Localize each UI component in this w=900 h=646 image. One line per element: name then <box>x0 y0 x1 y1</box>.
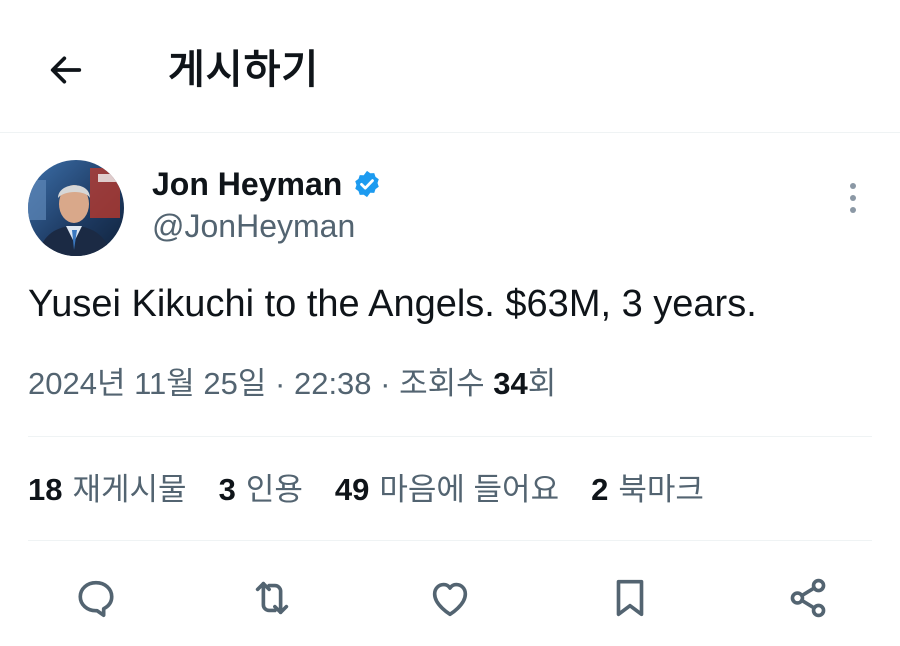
share-icon <box>790 578 826 618</box>
author-handle[interactable]: @JonHeyman <box>152 206 355 246</box>
stat-label: 인용 <box>245 472 303 507</box>
views-count: 34 <box>493 366 528 401</box>
stat-bookmarks[interactable]: 2 북마크 <box>591 468 704 512</box>
tweet-text: Yusei Kikuchi to the Angels. $63M, 3 yea… <box>28 283 757 325</box>
repost-icon <box>255 581 289 615</box>
post-detail-page: 게시하기 Jon Heyman @JonHeyman Yusei Kikuchi… <box>0 0 900 646</box>
stat-label: 북마크 <box>618 472 704 507</box>
top-bar: 게시하기 <box>0 0 900 133</box>
stat-label: 마음에 들어요 <box>379 472 560 507</box>
bookmark-icon <box>616 579 644 617</box>
display-name-text: Jon Heyman <box>152 166 343 202</box>
more-options-button[interactable] <box>838 178 868 218</box>
stat-reposts[interactable]: 18 재게시물 <box>28 468 187 512</box>
tweet-meta: 2024년 11월 25일 · 22:38 · 조회수 34회 <box>28 362 556 406</box>
stat-quotes[interactable]: 3 인용 <box>219 468 303 512</box>
share-button[interactable] <box>780 570 836 626</box>
reply-icon <box>78 580 114 618</box>
arrow-left-icon <box>50 56 82 84</box>
stat-count: 49 <box>334 472 370 507</box>
like-button[interactable] <box>422 570 478 626</box>
engagement-stats: 18 재게시물 3 인용 49 마음에 들어요 2 북마크 <box>28 468 736 512</box>
bookmark-button[interactable] <box>602 570 658 626</box>
reply-button[interactable] <box>68 570 124 626</box>
stat-label: 재게시물 <box>72 472 187 507</box>
back-button[interactable] <box>38 46 94 94</box>
verified-badge-icon <box>352 169 382 199</box>
divider <box>28 540 872 541</box>
stat-count: 18 <box>28 472 63 507</box>
stat-count: 3 <box>218 472 236 507</box>
views-suffix: 회 <box>527 366 557 401</box>
repost-button[interactable] <box>244 570 300 626</box>
more-vertical-icon <box>850 183 856 213</box>
avatar[interactable] <box>28 160 124 256</box>
divider <box>28 436 872 437</box>
timestamp[interactable]: 2024년 11월 25일 · 22:38 · 조회수 <box>28 366 493 401</box>
page-title: 게시하기 <box>168 47 320 93</box>
stat-count: 2 <box>591 472 609 507</box>
like-icon <box>432 582 468 617</box>
author-name[interactable]: Jon Heyman <box>152 164 382 204</box>
avatar-photo <box>28 168 120 256</box>
stat-likes[interactable]: 49 마음에 들어요 <box>335 468 559 512</box>
